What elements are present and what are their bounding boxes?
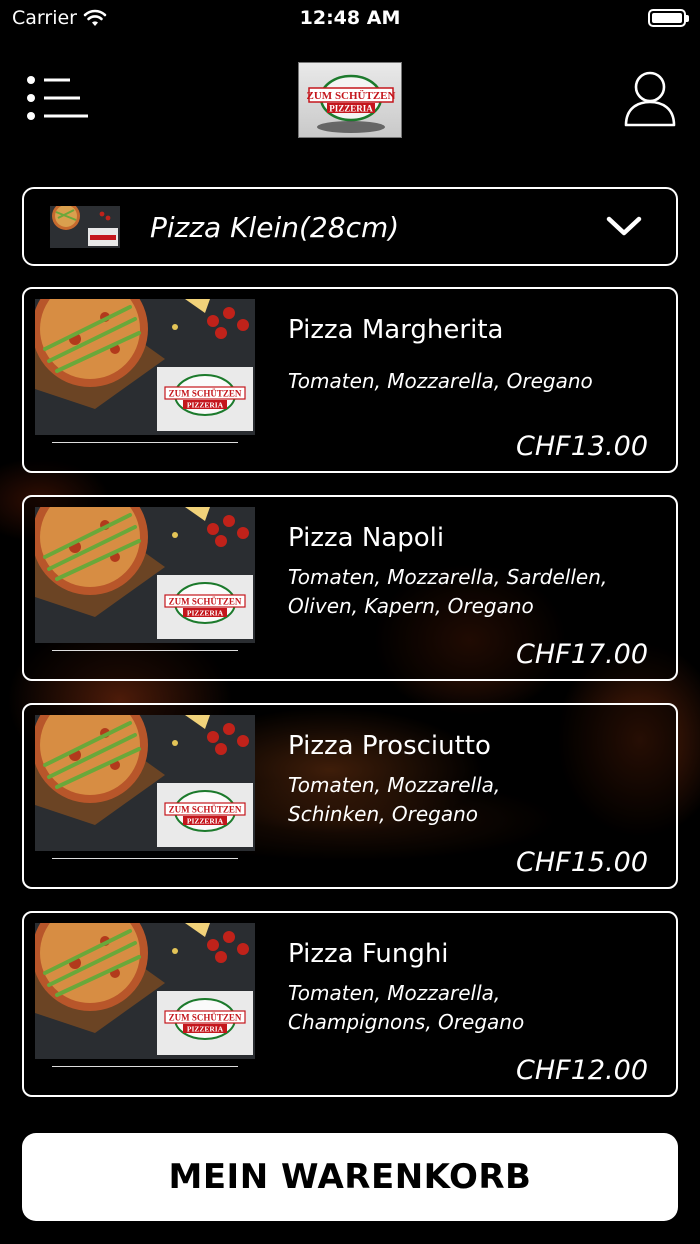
svg-text:PIZZERIA: PIZZERIA [329, 104, 373, 114]
status-time: 12:48 AM [299, 7, 401, 29]
status-bar: Carrier 12:48 AM [0, 0, 700, 40]
product-price: CHF13.00 [516, 431, 648, 462]
product-card-3[interactable]: ZUM SCHÜTZEN PIZZERIA Pizza Prosciutto T… [22, 703, 678, 889]
product-description: Tomaten, Mozzarella, Champignons, Oregan… [288, 981, 525, 1034]
image-underline [52, 1066, 238, 1067]
svg-text:ZUM SCHÜTZEN: ZUM SCHÜTZEN [307, 89, 396, 102]
svg-text:PIZZERIA: PIZZERIA [187, 817, 224, 826]
image-underline [52, 858, 238, 859]
svg-text:PIZZERIA: PIZZERIA [187, 609, 224, 618]
image-underline [52, 442, 238, 443]
chevron-down-icon[interactable] [606, 215, 642, 237]
product-name: Pizza Prosciutto [288, 731, 491, 761]
product-price: CHF15.00 [516, 847, 648, 878]
product-image: ZUM SCHÜTZEN PIZZERIA [35, 507, 255, 643]
product-card-1[interactable]: ZUM SCHÜTZEN PIZZERIA Pizza Margherita T… [22, 287, 678, 473]
product-name: Pizza Napoli [288, 523, 445, 553]
product-image: ZUM SCHÜTZEN PIZZERIA [35, 715, 255, 851]
svg-text:PIZZERIA: PIZZERIA [187, 401, 224, 410]
product-card-4[interactable]: ZUM SCHÜTZEN PIZZERIA Pizza Funghi Tomat… [22, 911, 678, 1097]
product-description: Tomaten, Mozzarella, Oregano [288, 369, 593, 393]
category-label: Pizza Klein(28cm) [150, 211, 400, 244]
restaurant-logo: ZUM SCHÜTZEN PIZZERIA [298, 62, 402, 138]
product-price: CHF12.00 [516, 1055, 648, 1086]
product-card-2[interactable]: ZUM SCHÜTZEN PIZZERIA Pizza Napoli Tomat… [22, 495, 678, 681]
product-list: ZUM SCHÜTZEN PIZZERIA Pizza Margherita T… [22, 287, 678, 1119]
svg-text:ZUM SCHÜTZEN: ZUM SCHÜTZEN [169, 805, 242, 815]
hamburger-menu-icon[interactable] [26, 74, 90, 122]
cart-button[interactable]: MEIN WARENKORB [22, 1133, 678, 1221]
product-image: ZUM SCHÜTZEN PIZZERIA [35, 923, 255, 1059]
product-name: Pizza Funghi [288, 939, 449, 969]
app-header: ZUM SCHÜTZEN PIZZERIA [0, 56, 700, 146]
product-image: ZUM SCHÜTZEN PIZZERIA [35, 299, 255, 435]
category-dropdown[interactable]: Pizza Klein(28cm) [22, 187, 678, 266]
svg-text:ZUM SCHÜTZEN: ZUM SCHÜTZEN [169, 389, 242, 399]
svg-text:ZUM SCHÜTZEN: ZUM SCHÜTZEN [169, 597, 242, 607]
product-description: Tomaten, Mozzarella, Schinken, Oregano [288, 773, 501, 826]
product-description: Tomaten, Mozzarella, Sardellen, Oliven, … [288, 565, 608, 618]
product-price: CHF17.00 [516, 639, 648, 670]
product-name: Pizza Margherita [288, 315, 504, 345]
category-thumbnail [50, 206, 120, 248]
svg-text:ZUM SCHÜTZEN: ZUM SCHÜTZEN [169, 1013, 242, 1023]
battery-icon [648, 9, 689, 27]
image-underline [52, 650, 238, 651]
user-profile-icon[interactable] [622, 70, 678, 128]
svg-text:PIZZERIA: PIZZERIA [187, 1025, 224, 1034]
